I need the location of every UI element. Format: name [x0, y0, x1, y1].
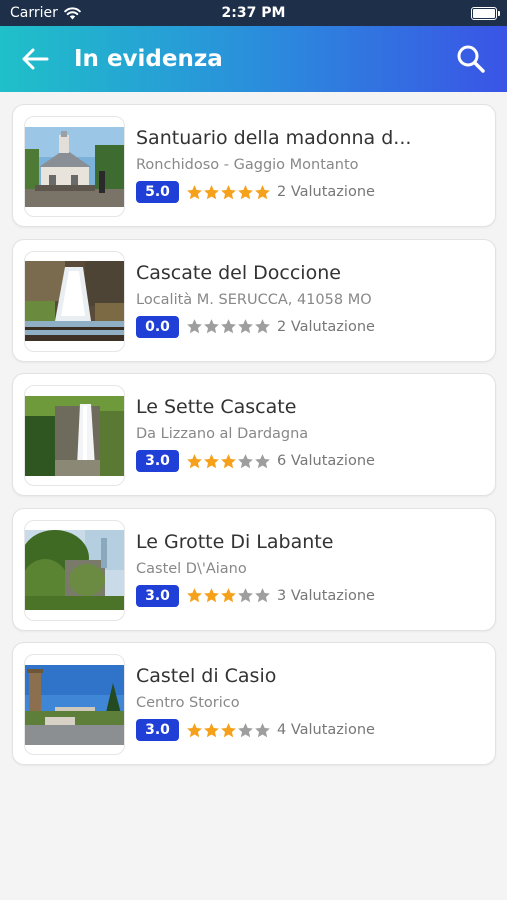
star-filled-icon — [221, 184, 236, 199]
sanctuary-photo — [25, 126, 124, 207]
star-rating — [186, 722, 271, 739]
arrow-left-icon — [22, 48, 49, 70]
rating-count: 6 Valutazione — [277, 453, 375, 469]
rating-count: 3 Valutazione — [277, 587, 375, 604]
carrier-label: Carrier — [10, 5, 58, 21]
star-rating — [186, 184, 271, 201]
star-empty-icon — [255, 722, 270, 737]
star-filled-icon — [204, 453, 219, 468]
status-time: 2:37 PM — [221, 5, 286, 21]
score-badge: 0.0 — [136, 315, 179, 338]
star-empty-icon — [255, 319, 270, 334]
star-empty-icon — [238, 453, 253, 468]
place-name: Cascate del Doccione — [136, 261, 341, 284]
star-rating — [186, 587, 271, 604]
rating-count: 2 Valutazione — [277, 184, 375, 200]
star-filled-icon — [221, 588, 236, 603]
star-filled-icon — [204, 588, 219, 603]
caves-photo — [25, 530, 124, 610]
cascades-photo — [25, 395, 124, 476]
score-badge: 5.0 — [136, 181, 179, 203]
place-name: Le Grotte Di Labante — [136, 530, 334, 553]
place-name: Castel di Casio — [136, 665, 277, 687]
rating-count: 4 Valutazione — [277, 722, 375, 738]
search-icon — [457, 45, 485, 73]
back-button[interactable] — [18, 42, 52, 76]
star-rating — [186, 318, 271, 335]
rating-row: 0.0 2 Valutazione — [136, 315, 485, 338]
waterfall-photo — [25, 261, 124, 341]
place-card[interactable]: Cascate del Doccione Località M. SERUCCA… — [12, 238, 496, 362]
place-address: Località M. SERUCCA, 41058 MO — [136, 291, 372, 308]
rating-row: 3.0 3 Valutazione — [136, 584, 485, 607]
place-address: Centro Storico — [136, 695, 240, 711]
status-bar: Carrier 2:37 PM — [0, 0, 507, 26]
score-badge: 3.0 — [136, 584, 179, 607]
star-filled-icon — [238, 184, 253, 199]
place-list: Santuario della madonna d... Ronchidoso … — [12, 104, 496, 777]
score-badge: 3.0 — [136, 450, 179, 472]
star-empty-icon — [255, 588, 270, 603]
place-address: Castel D\'Aiano — [136, 560, 247, 577]
place-thumbnail — [24, 385, 125, 486]
place-thumbnail — [24, 116, 125, 217]
place-card[interactable]: Le Grotte Di Labante Castel D\'Aiano 3.0… — [12, 507, 496, 631]
wifi-icon — [64, 6, 81, 19]
score-badge: 3.0 — [136, 719, 179, 741]
search-button[interactable] — [453, 41, 489, 77]
star-filled-icon — [221, 722, 236, 737]
place-card[interactable]: Castel di Casio Centro Storico 3.0 4 Val… — [12, 642, 496, 765]
star-filled-icon — [187, 722, 202, 737]
star-filled-icon — [187, 453, 202, 468]
rating-row: 3.0 4 Valutazione — [136, 719, 485, 741]
place-address: Da Lizzano al Dardagna — [136, 426, 309, 442]
place-name: Le Sette Cascate — [136, 396, 297, 418]
star-empty-icon — [238, 588, 253, 603]
battery-icon — [470, 6, 500, 20]
place-thumbnail — [24, 250, 125, 352]
star-empty-icon — [238, 319, 253, 334]
place-card[interactable]: Le Sette Cascate Da Lizzano al Dardagna … — [12, 373, 496, 496]
place-thumbnail — [24, 519, 125, 621]
rating-row: 3.0 6 Valutazione — [136, 450, 485, 472]
castle-photo — [25, 664, 124, 745]
star-filled-icon — [204, 184, 219, 199]
star-empty-icon — [204, 319, 219, 334]
place-card[interactable]: Santuario della madonna d... Ronchidoso … — [12, 104, 496, 227]
star-filled-icon — [221, 453, 236, 468]
star-filled-icon — [204, 722, 219, 737]
place-address: Ronchidoso - Gaggio Montanto — [136, 157, 359, 173]
star-filled-icon — [255, 184, 270, 199]
star-filled-icon — [187, 184, 202, 199]
app-bar: In evidenza — [0, 26, 507, 92]
star-empty-icon — [221, 319, 236, 334]
page-title: In evidenza — [74, 46, 223, 72]
star-empty-icon — [187, 319, 202, 334]
star-rating — [186, 453, 271, 470]
place-thumbnail — [24, 654, 125, 755]
star-empty-icon — [238, 722, 253, 737]
star-filled-icon — [187, 588, 202, 603]
rating-row: 5.0 2 Valutazione — [136, 181, 485, 203]
carrier-info: Carrier — [10, 5, 170, 21]
rating-count: 2 Valutazione — [277, 318, 375, 335]
place-name: Santuario della madonna d... — [136, 127, 412, 149]
star-empty-icon — [255, 453, 270, 468]
